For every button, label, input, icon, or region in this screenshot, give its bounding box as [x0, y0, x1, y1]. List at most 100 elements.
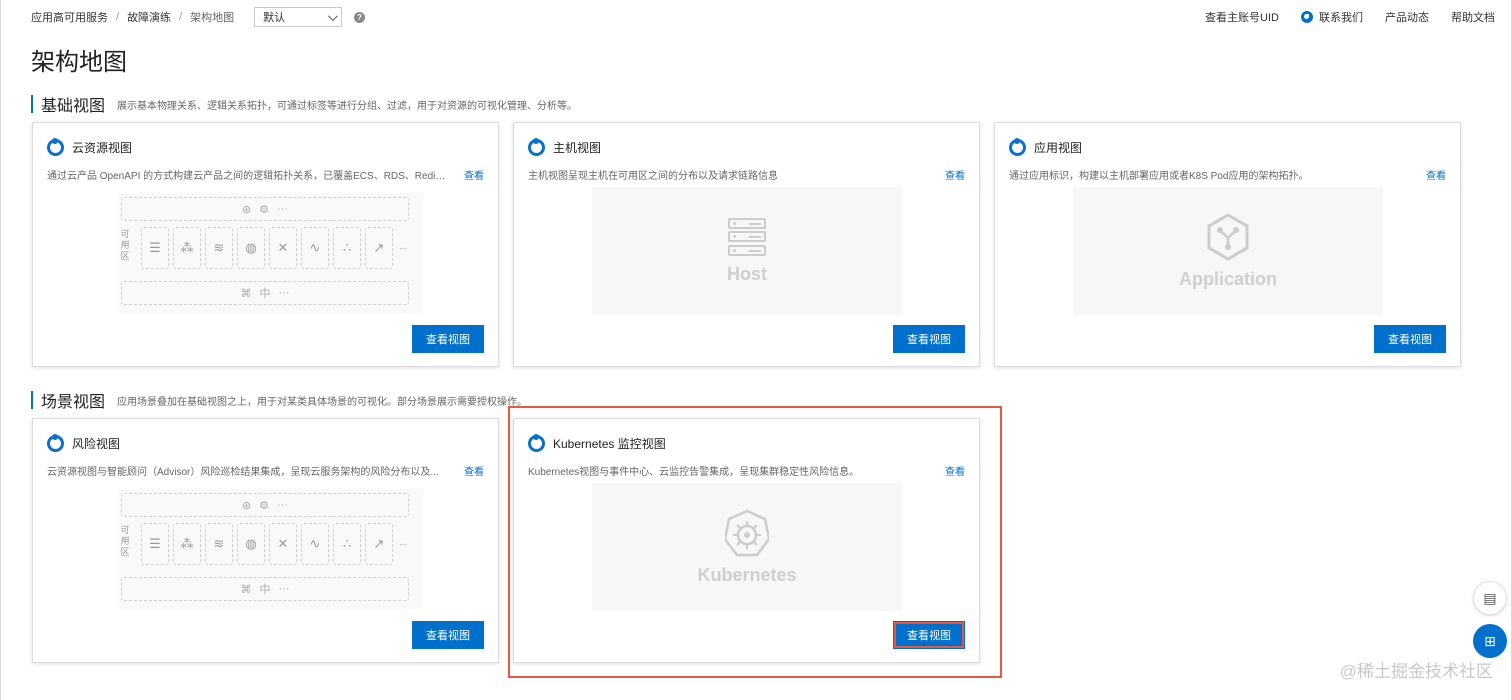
az-label: 可用区 — [120, 525, 130, 557]
watermark: @稀土掘金技术社区 — [1339, 662, 1493, 681]
diagram-top-row: ⊛ ⚙ ··· — [121, 197, 409, 221]
chat-icon[interactable]: ▤ — [1473, 581, 1507, 615]
card-desc: 通过云产品 OpenAPI 的方式构建云产品之间的逻辑拓扑关系，已覆盖ECS、R… — [47, 171, 447, 182]
topology-diagram-preview: ⊛ ⚙ ··· 可用区 ☰ ⁂ ≋ ◍ ✕ ∿ ∴ ↗ ... ⌘ 中 ··· — [119, 489, 423, 609]
card-risk: 风险视图 云资源视图与智能顾问（Advisor）风险巡检结果集成，呈现云服务架构… — [32, 418, 499, 663]
contact-icon — [1301, 11, 1313, 23]
az-label: 可用区 — [120, 229, 130, 261]
card-header: 风险视图 — [47, 434, 121, 452]
card-view-link[interactable]: 查看 — [945, 167, 965, 182]
chevron-down-icon — [328, 10, 338, 21]
account-uid-link[interactable]: 查看主账号UID — [1205, 9, 1279, 25]
view-button[interactable]: 查看视图 — [412, 621, 484, 649]
top-nav: 查看主账号UID 联系我们 产品动态 帮助文档 — [1183, 0, 1495, 34]
cluster-icon: ⁂ — [173, 523, 201, 565]
cross-icon: ✕ — [269, 523, 297, 565]
network-icon: ⌘ — [240, 583, 252, 596]
page-title: 架构地图 — [31, 49, 127, 76]
cache-icon: ◍ — [237, 227, 265, 269]
link-icon: ∿ — [301, 523, 329, 565]
view-button[interactable]: 查看视图 — [1374, 325, 1446, 353]
contact-label: 联系我们 — [1319, 12, 1363, 24]
gear-icon: ⚙ — [259, 203, 270, 216]
link-icon: ∿ — [301, 227, 329, 269]
section-accent-bar — [31, 95, 33, 113]
more-icon: ... — [399, 241, 408, 252]
card-host: 主机视图 主机视图呈现主机在可用区之间的分布以及请求链路信息 查看 Host 查… — [513, 122, 980, 367]
more-icon: ··· — [278, 583, 290, 595]
help-docs-link[interactable]: 帮助文档 — [1451, 9, 1495, 25]
topology-logo-icon — [47, 138, 64, 156]
more-icon: ··· — [278, 287, 290, 299]
card-title: 风险视图 — [72, 437, 121, 451]
breadcrumb: 应用高可用服务 / 故障演练 / 架构地图 — [31, 9, 234, 25]
product-news-link[interactable]: 产品动态 — [1385, 9, 1429, 25]
diagram-bottom-row: ⌘ 中 ··· — [121, 577, 409, 601]
card-cloud-resource: 云资源视图 通过云产品 OpenAPI 的方式构建云产品之间的逻辑拓扑关系，已覆… — [32, 122, 499, 367]
cross-icon: ✕ — [269, 227, 297, 269]
card-desc: 主机视图呈现主机在可用区之间的分布以及请求链路信息 — [528, 171, 778, 182]
breadcrumb-separator: / — [116, 11, 120, 23]
section-title: 基础视图 — [41, 98, 106, 115]
server-icon: ☰ — [141, 523, 169, 565]
host-preview: Host — [592, 187, 902, 315]
section-title: 场景视图 — [41, 394, 106, 411]
card-view-link[interactable]: 查看 — [464, 463, 484, 478]
breadcrumb-item-current: 架构地图 — [190, 12, 235, 24]
network-icon: ⌘ — [240, 287, 252, 300]
apps-grid-icon[interactable]: ⊞ — [1473, 624, 1507, 658]
globe-icon: ⊛ — [241, 499, 252, 512]
more-icon: ··· — [277, 203, 289, 215]
topology-logo-icon — [528, 138, 545, 156]
card-desc: 通过应用标识，构建以主机部署应用或者K8S Pod应用的架构拓扑。 — [1009, 171, 1309, 182]
view-button[interactable]: 查看视图 — [893, 325, 965, 353]
cluster-icon: ⁂ — [173, 227, 201, 269]
section-desc: 应用场景叠加在基础视图之上，用于对某类具体场景的可视化。部分场景展示需要授权操作… — [117, 396, 528, 408]
nodes-icon: ∴ — [333, 227, 361, 269]
contact-link[interactable]: 联系我们 — [1301, 9, 1363, 25]
card-application: 应用视图 通过应用标识，构建以主机部署应用或者K8S Pod应用的架构拓扑。 查… — [994, 122, 1461, 367]
section-accent-bar — [31, 391, 33, 409]
server-rack-icon — [728, 217, 766, 256]
topology-diagram-preview: ⊛ ⚙ ··· 可用区 ☰ ⁂ ≋ ◍ ✕ ∿ ∴ ↗ ... ⌘ 中 ··· — [119, 193, 423, 313]
more-icon: ... — [399, 537, 408, 548]
highlight-box — [508, 406, 1002, 678]
server-icon: ☰ — [141, 227, 169, 269]
card-title: 主机视图 — [553, 141, 602, 155]
layers-icon: ≋ — [205, 227, 233, 269]
application-preview: Application — [1073, 187, 1383, 315]
card-title: 云资源视图 — [72, 141, 133, 155]
card-view-link[interactable]: 查看 — [464, 167, 484, 182]
card-view-link[interactable]: 查看 — [1426, 167, 1446, 182]
breadcrumb-separator: / — [179, 11, 183, 23]
view-select[interactable]: 默认 — [254, 7, 343, 27]
card-header: 云资源视图 — [47, 138, 133, 156]
topology-logo-icon — [47, 434, 64, 452]
preview-label: Host — [727, 263, 767, 284]
card-header: 主机视图 — [528, 138, 602, 156]
view-select-value: 默认 — [263, 12, 286, 24]
trend-icon: ↗ — [365, 523, 393, 565]
help-icon[interactable]: ? — [354, 11, 366, 23]
section-desc: 展示基本物理关系、逻辑关系拓扑，可通过标签等进行分组、过滤，用于对资源的可视化管… — [117, 100, 578, 112]
section-scene-header: 场景视图 应用场景叠加在基础视图之上，用于对某类具体场景的可视化。部分场景展示需… — [31, 388, 527, 412]
globe-icon: ⊛ — [241, 203, 252, 216]
breadcrumb-item-ahas[interactable]: 应用高可用服务 — [31, 9, 108, 25]
gateway-icon: 中 — [259, 584, 271, 596]
application-hex-icon — [1206, 212, 1250, 261]
gateway-icon: 中 — [259, 288, 271, 300]
diagram-top-row: ⊛ ⚙ ··· — [121, 493, 409, 517]
topology-logo-icon — [1009, 138, 1026, 156]
card-header: 应用视图 — [1009, 138, 1083, 156]
trend-icon: ↗ — [365, 227, 393, 269]
gear-icon: ⚙ — [259, 499, 270, 512]
card-title: 应用视图 — [1034, 141, 1083, 155]
breadcrumb-item-fault-drill[interactable]: 故障演练 — [127, 9, 171, 25]
layers-icon: ≋ — [205, 523, 233, 565]
section-basic-header: 基础视图 展示基本物理关系、逻辑关系拓扑，可通过标签等进行分组、过滤，用于对资源… — [31, 92, 577, 116]
nodes-icon: ∴ — [333, 523, 361, 565]
view-button[interactable]: 查看视图 — [412, 325, 484, 353]
diagram-bottom-row: ⌘ 中 ··· — [121, 281, 409, 305]
cache-icon: ◍ — [237, 523, 265, 565]
more-icon: ··· — [277, 499, 289, 511]
